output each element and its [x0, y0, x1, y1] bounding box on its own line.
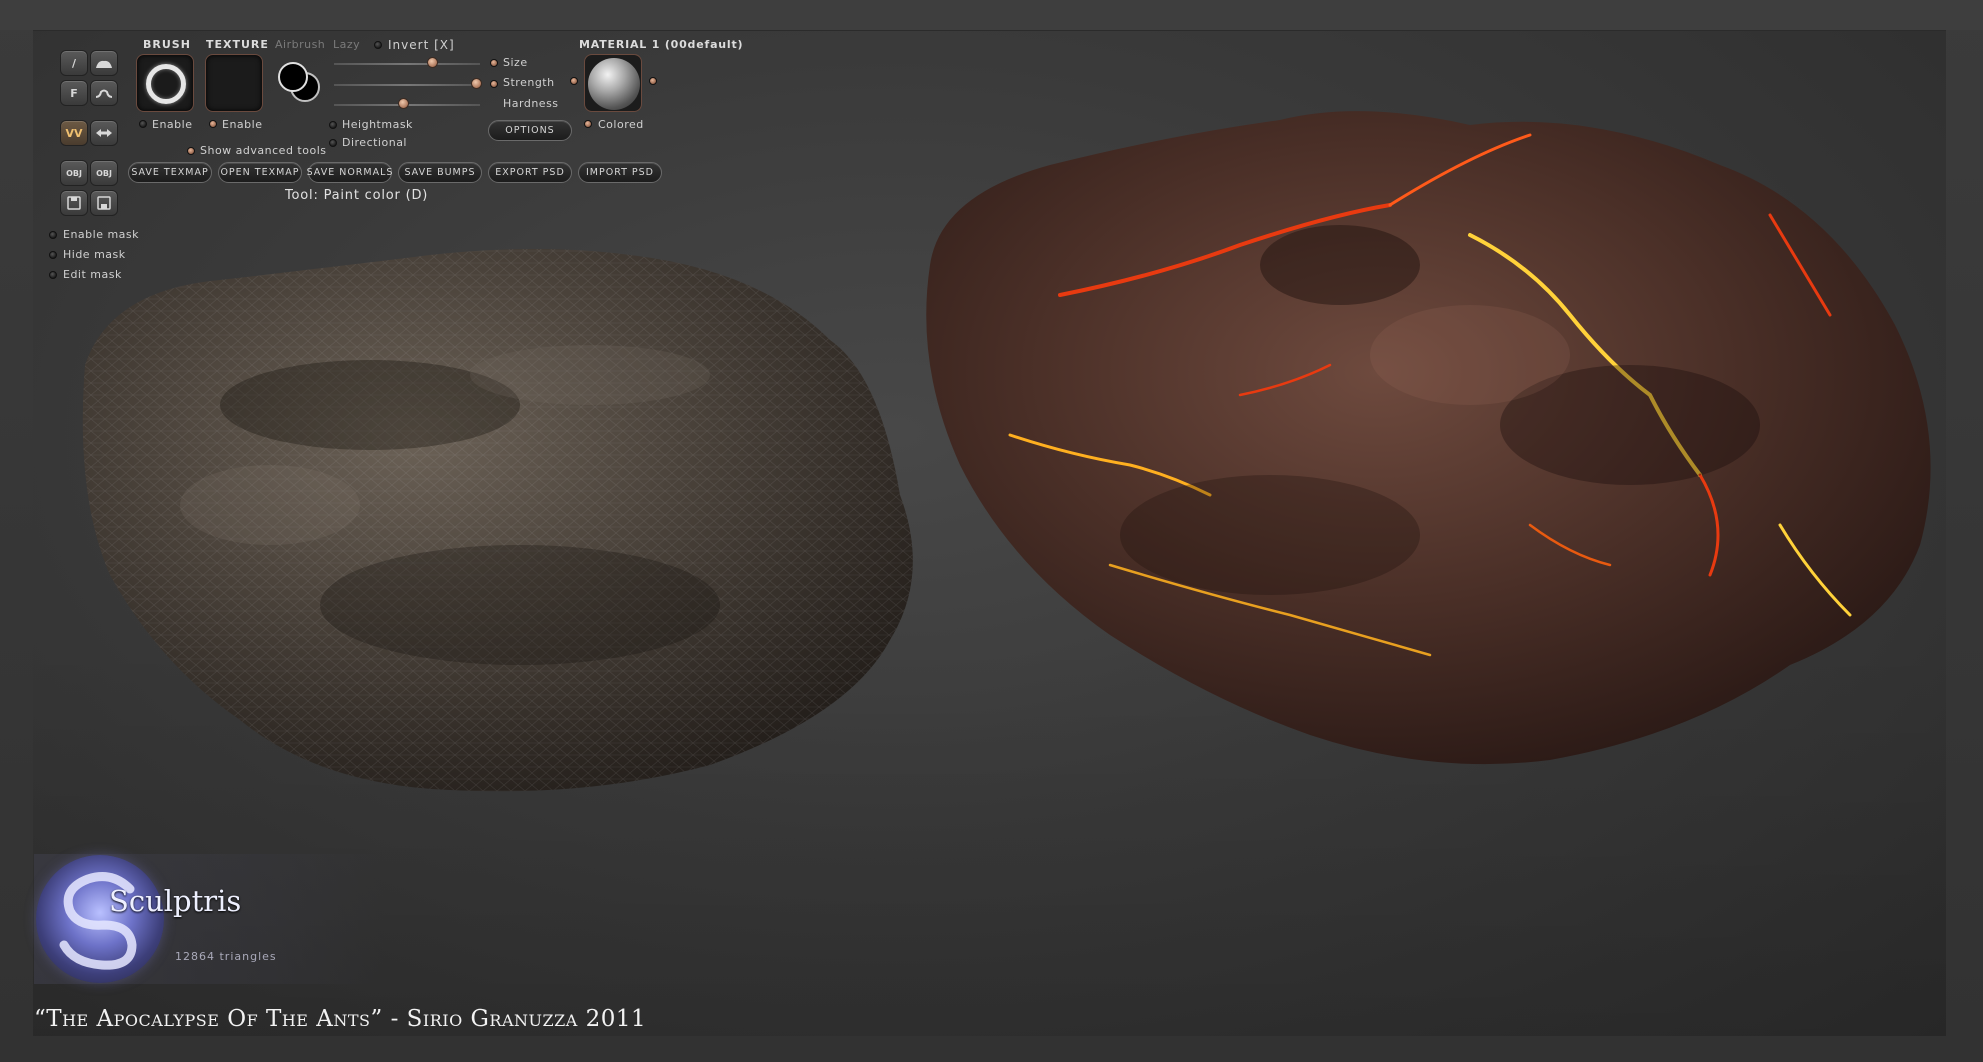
directional-label: Directional	[342, 136, 407, 149]
save-icon	[67, 196, 81, 210]
enable-mask-label: Enable mask	[63, 228, 140, 241]
invert-label: Invert [X]	[388, 38, 455, 52]
strength-slider-knob[interactable]	[471, 78, 483, 89]
lava-rock-model[interactable]	[910, 95, 1950, 775]
enable-mask-checkbox[interactable]	[49, 231, 57, 239]
strength-label: Strength	[503, 76, 555, 89]
strength-pressure-toggle[interactable]	[490, 80, 498, 88]
save-button[interactable]	[60, 190, 88, 216]
show-advanced-label: Show advanced tools	[200, 144, 327, 157]
hardness-label: Hardness	[503, 97, 559, 110]
sculptris-logo-icon	[36, 855, 164, 983]
edit-mask-checkbox[interactable]	[49, 271, 57, 279]
flatten-brush-button[interactable]: F	[60, 80, 88, 106]
heightmask-checkbox[interactable]	[329, 121, 337, 129]
wave-icon: VV	[65, 126, 83, 140]
material-well[interactable]	[584, 54, 642, 112]
export-psd-button[interactable]: EXPORT PSD	[488, 162, 572, 183]
symmetry-button[interactable]	[90, 120, 118, 146]
texture-well[interactable]	[205, 54, 263, 112]
mound-icon	[96, 60, 112, 68]
size-pressure-toggle[interactable]	[490, 59, 498, 67]
pen-icon: /	[71, 56, 77, 70]
import-obj-button[interactable]: OBJ	[60, 160, 88, 186]
airbrush-toggle[interactable]: Airbrush	[275, 38, 325, 51]
save-as-button[interactable]	[90, 190, 118, 216]
colored-label: Colored	[598, 118, 644, 131]
current-tool-label: Tool: Paint color (D)	[285, 188, 429, 203]
draw-brush-button[interactable]: /	[60, 50, 88, 76]
options-button[interactable]: OPTIONS	[488, 120, 572, 141]
save-icon	[97, 196, 111, 210]
brush-enable-label: Enable	[152, 118, 193, 131]
paint-mode-button[interactable]: VV	[60, 120, 88, 146]
title-strip	[0, 0, 1983, 30]
material-next-button[interactable]	[649, 77, 657, 85]
invert-checkbox[interactable]	[374, 41, 382, 49]
brush-enable-checkbox[interactable]	[139, 120, 147, 128]
import-psd-button[interactable]: IMPORT PSD	[578, 162, 662, 183]
brush-alpha-well[interactable]	[136, 54, 194, 112]
app-frame: / F VV OBJ OBJ BRUSH TEXTURE Airbrush La…	[0, 0, 1983, 1062]
inflate-brush-button[interactable]	[90, 50, 118, 76]
app-name: Sculptris	[109, 884, 242, 918]
artwork-caption: “The Apocalypse Of The Ants” - Sirio Gra…	[34, 1006, 647, 1032]
heightmask-label: Heightmask	[342, 118, 413, 131]
size-label: Size	[503, 56, 528, 69]
save-texmap-button[interactable]: SAVE TEXMAP	[128, 162, 212, 183]
save-normals-button[interactable]: SAVE NORMALS	[307, 162, 392, 183]
hide-mask-checkbox[interactable]	[49, 251, 57, 259]
brush-header: BRUSH	[143, 38, 191, 51]
material-sphere-icon	[588, 58, 640, 110]
brush-falloff-icon	[146, 64, 186, 104]
double-arrow-icon	[96, 129, 112, 137]
obj-icon: OBJ	[66, 168, 82, 178]
triangle-count: 12864 triangles	[175, 950, 277, 963]
primary-color-swatch[interactable]	[278, 62, 308, 92]
strength-slider-track[interactable]	[334, 84, 480, 86]
pinch-brush-button[interactable]	[90, 80, 118, 106]
flatten-icon: F	[70, 86, 78, 100]
wireframe-rock-model[interactable]	[70, 245, 970, 800]
save-bumps-button[interactable]: SAVE BUMPS	[398, 162, 482, 183]
material-prev-button[interactable]	[570, 77, 578, 85]
obj-icon: OBJ	[96, 168, 112, 178]
hardness-slider-knob[interactable]	[398, 98, 410, 109]
texture-enable-label: Enable	[222, 118, 263, 131]
colored-checkbox[interactable]	[584, 120, 592, 128]
show-advanced-checkbox[interactable]	[187, 147, 195, 155]
export-obj-button[interactable]: OBJ	[90, 160, 118, 186]
directional-checkbox[interactable]	[329, 139, 337, 147]
crease-icon	[95, 89, 113, 98]
texture-header: TEXTURE	[206, 38, 269, 51]
material-header: MATERIAL 1 (00default)	[579, 38, 744, 51]
size-slider-track[interactable]	[334, 63, 480, 65]
lazy-toggle[interactable]: Lazy	[333, 38, 360, 51]
texture-enable-checkbox[interactable]	[209, 120, 217, 128]
open-texmap-button[interactable]: OPEN TEXMAP	[218, 162, 302, 183]
